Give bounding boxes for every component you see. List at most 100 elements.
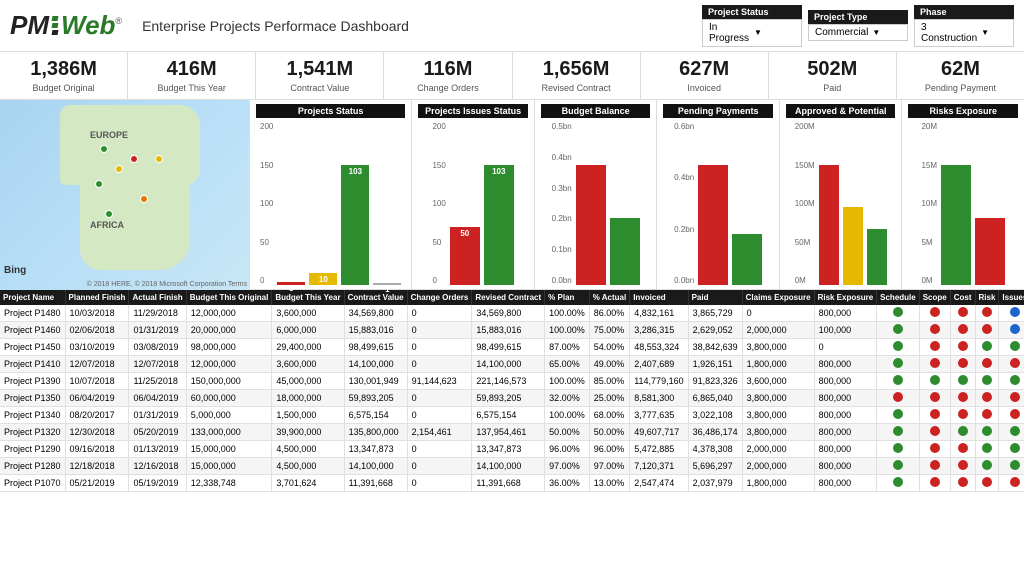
cell-8-10: 5,472,885: [630, 441, 688, 458]
cell-4-6: 91,144,623: [407, 373, 472, 390]
bing-label: Bing: [4, 265, 26, 276]
status-dot: [982, 341, 992, 351]
dot-cell-5-3: [975, 390, 999, 407]
kpi-label-6: Paid: [779, 83, 886, 93]
cell-4-7: 221,146,573: [472, 373, 545, 390]
cell-7-9: 50.00%: [589, 424, 630, 441]
bar-4-1: [843, 207, 863, 285]
cell-10-3: 12,338,748: [186, 475, 272, 492]
dot-cell-6-1: [919, 407, 950, 424]
dot-cell-6-4: [999, 407, 1024, 424]
cell-2-1: 03/10/2019: [65, 339, 129, 356]
chart-title-1: Projects Issues Status: [418, 104, 528, 118]
map-dot-2: [130, 155, 138, 163]
dot-cell-0-3: [975, 305, 999, 322]
cell-5-1: 06/04/2019: [65, 390, 129, 407]
cell-2-0: Project P1450: [0, 339, 65, 356]
kpi-value-1: 416M: [138, 58, 245, 81]
status-dot: [982, 358, 992, 368]
status-dot: [930, 409, 940, 419]
cell-10-8: 36.00%: [545, 475, 590, 492]
cell-2-11: 38,842,639: [688, 339, 742, 356]
chevron-down-icon: ▼: [754, 28, 795, 37]
status-dot: [982, 409, 992, 419]
cell-0-3: 12,000,000: [186, 305, 272, 322]
kpi-item-2: 1,541MContract Value: [256, 52, 384, 99]
table-row: Project P146002/06/201801/31/201920,000,…: [0, 322, 1024, 339]
logo-registered: ®: [115, 16, 122, 26]
cell-5-7: 59,893,205: [472, 390, 545, 407]
dot-cell-1-4: [999, 322, 1024, 339]
table-row: Project P129009/16/201801/13/201915,000,…: [0, 441, 1024, 458]
cell-1-12: 2,000,000: [742, 322, 814, 339]
status-dot: [982, 307, 992, 317]
status-dot: [982, 375, 992, 385]
status-dot: [930, 358, 940, 368]
kpi-item-5: 627MInvoiced: [641, 52, 769, 99]
filter-phase: Phase 3 Construction ▼: [914, 5, 1014, 47]
cell-0-11: 3,865,729: [688, 305, 742, 322]
cell-7-1: 12/30/2018: [65, 424, 129, 441]
cell-9-13: 800,000: [814, 458, 877, 475]
col-header-17: Risk: [975, 290, 999, 305]
status-dot: [1010, 341, 1020, 351]
table-container[interactable]: Project NamePlanned FinishActual FinishB…: [0, 290, 1024, 552]
y-labels-0: 200150100500: [260, 122, 273, 285]
status-dot: [1010, 426, 1020, 436]
kpi-item-3: 116MChange Orders: [384, 52, 512, 99]
cell-6-0: Project P1340: [0, 407, 65, 424]
cell-6-5: 6,575,154: [344, 407, 407, 424]
filter-phase-label: Phase: [914, 5, 1014, 19]
y-labels-5: 20M15M10M5M0M: [921, 122, 937, 285]
table-row: Project P107005/21/201905/19/201912,338,…: [0, 475, 1024, 492]
cell-9-0: Project P1280: [0, 458, 65, 475]
kpi-value-6: 502M: [779, 58, 886, 81]
cell-3-5: 14,100,000: [344, 356, 407, 373]
status-dot: [930, 426, 940, 436]
status-dot: [893, 307, 903, 317]
cell-7-4: 39,900,000: [272, 424, 344, 441]
chart-area-3: 0.6bn0.4bn0.2bn0.0bn: [663, 122, 773, 285]
col-header-10: Invoiced: [630, 290, 688, 305]
cell-0-7: 34,569,800: [472, 305, 545, 322]
dot-cell-10-0: [877, 475, 920, 492]
cell-2-13: 0: [814, 339, 877, 356]
table-row: Project P139010/07/201811/25/2018150,000…: [0, 373, 1024, 390]
cell-9-12: 2,000,000: [742, 458, 814, 475]
cell-4-10: 114,779,160: [630, 373, 688, 390]
filter-project-type: Project Type Commercial ▼: [808, 10, 908, 41]
filter-project-status-select[interactable]: In Progress ▼: [702, 19, 802, 47]
chart-area-1: 20015010050050103: [418, 122, 528, 285]
cell-3-12: 1,800,000: [742, 356, 814, 373]
cell-0-9: 86.00%: [589, 305, 630, 322]
bar-3-0: [698, 165, 728, 285]
filter-project-type-select[interactable]: Commercial ▼: [808, 24, 908, 41]
status-dot: [958, 409, 968, 419]
cell-1-11: 2,629,052: [688, 322, 742, 339]
cell-2-9: 54.00%: [589, 339, 630, 356]
filter-phase-select[interactable]: 3 Construction ▼: [914, 19, 1014, 47]
status-dot: [958, 358, 968, 368]
cell-8-4: 4,500,000: [272, 441, 344, 458]
cell-7-11: 36,486,174: [688, 424, 742, 441]
dot-cell-1-3: [975, 322, 999, 339]
cell-6-2: 01/31/2019: [129, 407, 186, 424]
cell-5-10: 8,581,300: [630, 390, 688, 407]
col-header-14: Schedule: [877, 290, 920, 305]
col-header-2: Actual Finish: [129, 290, 186, 305]
table-row: Project P134008/20/201701/31/20195,000,0…: [0, 407, 1024, 424]
charts-section: Projects Status2001501005003101031Projec…: [250, 100, 1024, 289]
dot-cell-1-1: [919, 322, 950, 339]
status-dot: [1010, 409, 1020, 419]
filter-project-type-value: Commercial: [815, 27, 868, 38]
cell-9-9: 97.00%: [589, 458, 630, 475]
header: PM Web ® Enterprise Projects Performace …: [0, 0, 1024, 52]
map-dot-3: [115, 165, 123, 173]
cell-2-3: 98,000,000: [186, 339, 272, 356]
col-header-5: Contract Value: [344, 290, 407, 305]
chart-title-0: Projects Status: [256, 104, 405, 118]
col-header-9: % Actual: [589, 290, 630, 305]
status-dot: [958, 426, 968, 436]
status-dot: [958, 460, 968, 470]
cell-0-2: 11/29/2018: [129, 305, 186, 322]
